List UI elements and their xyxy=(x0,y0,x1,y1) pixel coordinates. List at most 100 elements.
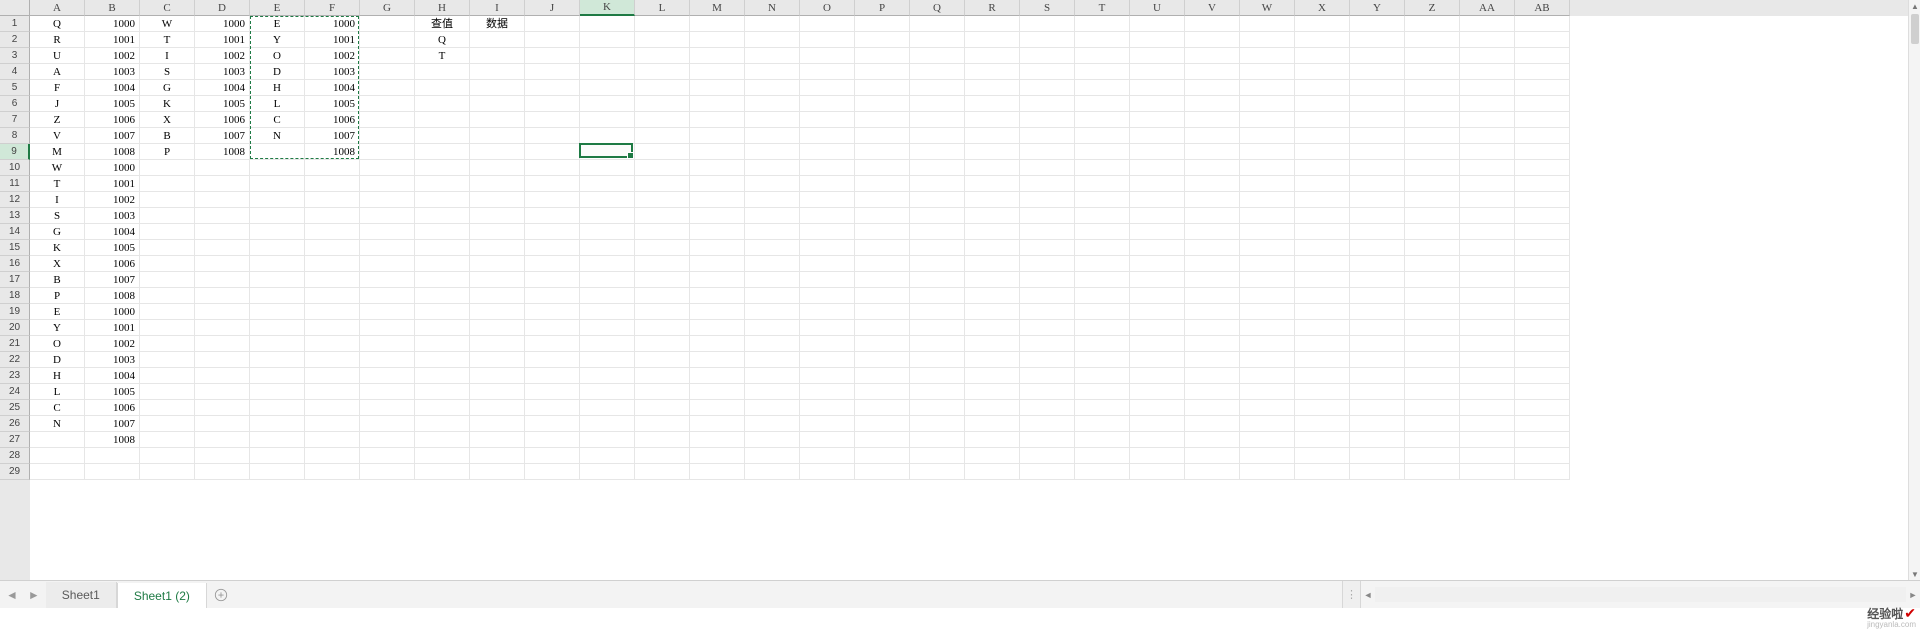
cell-V26[interactable] xyxy=(1185,416,1240,432)
cell-J28[interactable] xyxy=(525,448,580,464)
cell-W14[interactable] xyxy=(1240,224,1295,240)
cell-D10[interactable] xyxy=(195,160,250,176)
cell-X3[interactable] xyxy=(1295,48,1350,64)
cell-AA28[interactable] xyxy=(1460,448,1515,464)
cell-L9[interactable] xyxy=(635,144,690,160)
cell-J14[interactable] xyxy=(525,224,580,240)
cell-D28[interactable] xyxy=(195,448,250,464)
cell-U23[interactable] xyxy=(1130,368,1185,384)
row-header-11[interactable]: 11 xyxy=(0,176,30,192)
cell-Q25[interactable] xyxy=(910,400,965,416)
cell-A10[interactable]: W xyxy=(30,160,85,176)
cell-AB29[interactable] xyxy=(1515,464,1570,480)
cell-Q8[interactable] xyxy=(910,128,965,144)
cell-W3[interactable] xyxy=(1240,48,1295,64)
cell-AB14[interactable] xyxy=(1515,224,1570,240)
cell-J24[interactable] xyxy=(525,384,580,400)
column-header-R[interactable]: R xyxy=(965,0,1020,16)
cell-V16[interactable] xyxy=(1185,256,1240,272)
cell-N15[interactable] xyxy=(745,240,800,256)
cell-M26[interactable] xyxy=(690,416,745,432)
cell-S11[interactable] xyxy=(1020,176,1075,192)
cell-T22[interactable] xyxy=(1075,352,1130,368)
cell-H5[interactable] xyxy=(415,80,470,96)
cell-C9[interactable]: P xyxy=(140,144,195,160)
cell-L6[interactable] xyxy=(635,96,690,112)
column-header-E[interactable]: E xyxy=(250,0,305,16)
cell-A21[interactable]: O xyxy=(30,336,85,352)
cell-W19[interactable] xyxy=(1240,304,1295,320)
cell-H17[interactable] xyxy=(415,272,470,288)
cell-X13[interactable] xyxy=(1295,208,1350,224)
row-header-26[interactable]: 26 xyxy=(0,416,30,432)
cell-O1[interactable] xyxy=(800,16,855,32)
cell-J25[interactable] xyxy=(525,400,580,416)
cell-Z7[interactable] xyxy=(1405,112,1460,128)
column-header-AB[interactable]: AB xyxy=(1515,0,1570,16)
cell-C18[interactable] xyxy=(140,288,195,304)
cell-O4[interactable] xyxy=(800,64,855,80)
cell-D27[interactable] xyxy=(195,432,250,448)
cell-F3[interactable]: 1002 xyxy=(305,48,360,64)
row-header-18[interactable]: 18 xyxy=(0,288,30,304)
cell-Y28[interactable] xyxy=(1350,448,1405,464)
cell-E22[interactable] xyxy=(250,352,305,368)
cell-Z21[interactable] xyxy=(1405,336,1460,352)
cell-K27[interactable] xyxy=(580,432,635,448)
cell-E6[interactable]: L xyxy=(250,96,305,112)
cell-S19[interactable] xyxy=(1020,304,1075,320)
scroll-up-arrow-icon[interactable]: ▲ xyxy=(1909,0,1920,12)
cell-V28[interactable] xyxy=(1185,448,1240,464)
cell-X24[interactable] xyxy=(1295,384,1350,400)
cell-X11[interactable] xyxy=(1295,176,1350,192)
cell-T15[interactable] xyxy=(1075,240,1130,256)
cell-AB28[interactable] xyxy=(1515,448,1570,464)
cell-P28[interactable] xyxy=(855,448,910,464)
cell-Q1[interactable] xyxy=(910,16,965,32)
cell-D5[interactable]: 1004 xyxy=(195,80,250,96)
cell-K13[interactable] xyxy=(580,208,635,224)
cell-J21[interactable] xyxy=(525,336,580,352)
cell-N10[interactable] xyxy=(745,160,800,176)
cell-L25[interactable] xyxy=(635,400,690,416)
cell-G21[interactable] xyxy=(360,336,415,352)
cell-B14[interactable]: 1004 xyxy=(85,224,140,240)
cell-L15[interactable] xyxy=(635,240,690,256)
cell-Q24[interactable] xyxy=(910,384,965,400)
cell-L13[interactable] xyxy=(635,208,690,224)
cell-J10[interactable] xyxy=(525,160,580,176)
row-header-14[interactable]: 14 xyxy=(0,224,30,240)
cell-Q5[interactable] xyxy=(910,80,965,96)
cell-Y8[interactable] xyxy=(1350,128,1405,144)
cell-L3[interactable] xyxy=(635,48,690,64)
cell-C21[interactable] xyxy=(140,336,195,352)
cell-D11[interactable] xyxy=(195,176,250,192)
cell-A28[interactable] xyxy=(30,448,85,464)
cell-X28[interactable] xyxy=(1295,448,1350,464)
cell-B19[interactable]: 1000 xyxy=(85,304,140,320)
column-header-K[interactable]: K xyxy=(580,0,635,16)
cell-O15[interactable] xyxy=(800,240,855,256)
row-header-24[interactable]: 24 xyxy=(0,384,30,400)
cell-Q20[interactable] xyxy=(910,320,965,336)
cell-R14[interactable] xyxy=(965,224,1020,240)
cell-M28[interactable] xyxy=(690,448,745,464)
cell-K5[interactable] xyxy=(580,80,635,96)
cell-E10[interactable] xyxy=(250,160,305,176)
cell-P6[interactable] xyxy=(855,96,910,112)
cell-K16[interactable] xyxy=(580,256,635,272)
cell-J19[interactable] xyxy=(525,304,580,320)
cell-B1[interactable]: 1000 xyxy=(85,16,140,32)
cell-U11[interactable] xyxy=(1130,176,1185,192)
cell-V17[interactable] xyxy=(1185,272,1240,288)
cell-Q17[interactable] xyxy=(910,272,965,288)
cell-W25[interactable] xyxy=(1240,400,1295,416)
cell-M2[interactable] xyxy=(690,32,745,48)
cell-J17[interactable] xyxy=(525,272,580,288)
cell-V22[interactable] xyxy=(1185,352,1240,368)
cell-B13[interactable]: 1003 xyxy=(85,208,140,224)
cell-R4[interactable] xyxy=(965,64,1020,80)
cell-U25[interactable] xyxy=(1130,400,1185,416)
cell-U2[interactable] xyxy=(1130,32,1185,48)
cell-F7[interactable]: 1006 xyxy=(305,112,360,128)
